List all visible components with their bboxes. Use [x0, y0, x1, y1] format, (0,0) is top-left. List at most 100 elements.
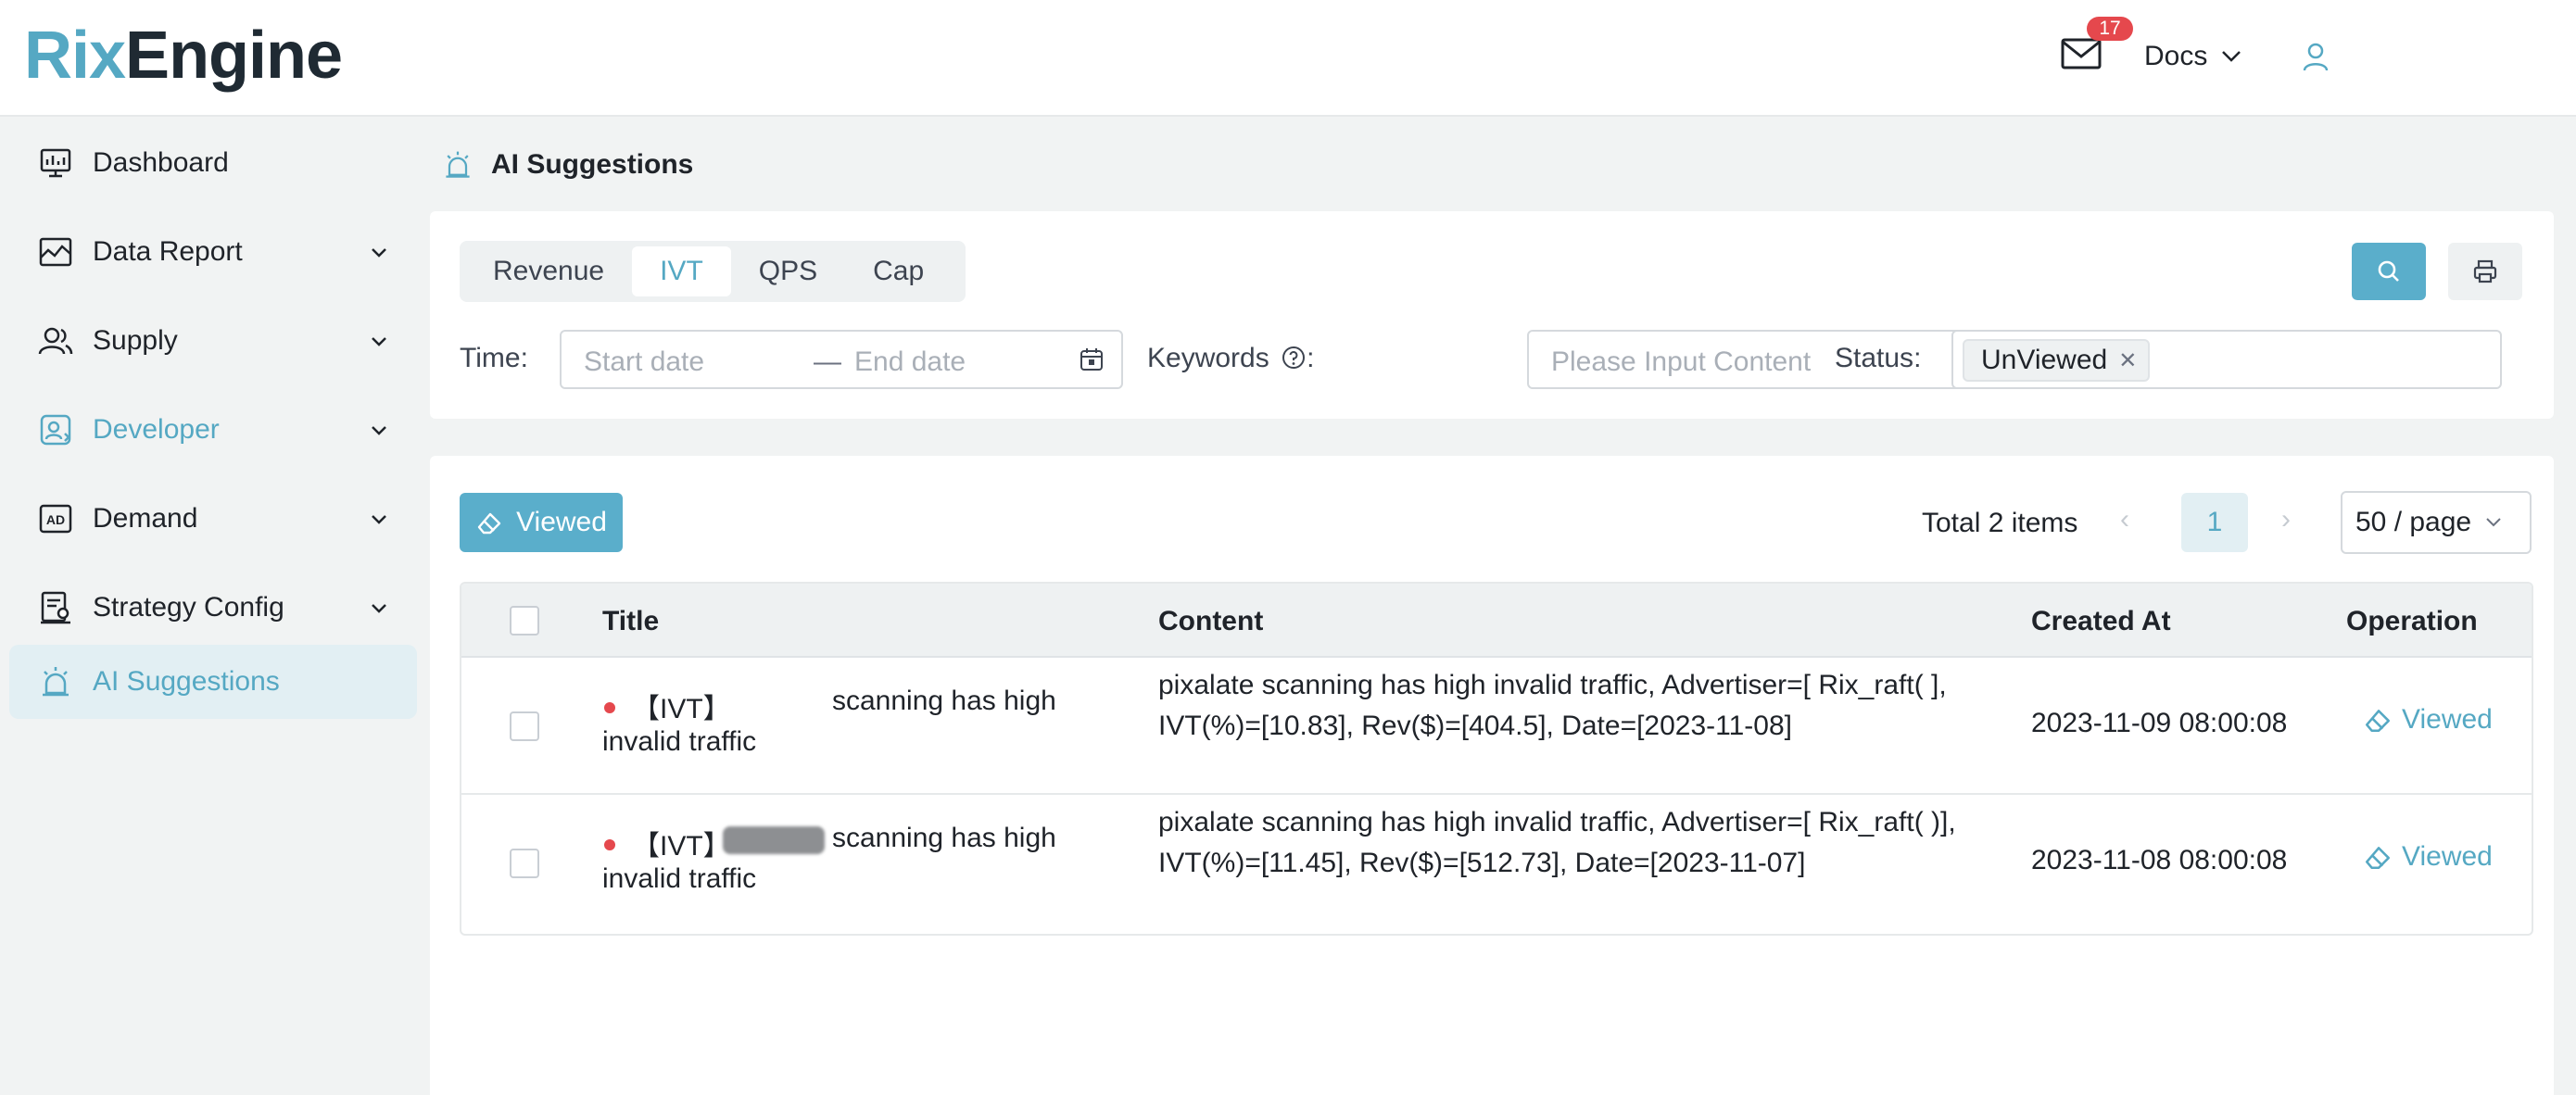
- table-row: 【IVT】 scanning has high invalid traffic …: [461, 795, 2532, 932]
- row-content: pixalate scanning has high invalid traff…: [1158, 670, 1947, 741]
- row-checkbox[interactable]: [510, 849, 539, 878]
- chevron-down-icon: [372, 426, 386, 435]
- chevron-down-icon: [372, 337, 386, 346]
- sidebar: Dashboard Data Report Supply Developer A…: [0, 119, 426, 1095]
- docs-dropdown[interactable]: Docs: [2144, 41, 2242, 72]
- sidebar-item-label: Dashboard: [93, 147, 229, 178]
- sidebar-item-demand[interactable]: AD Demand: [9, 482, 417, 556]
- unread-dot: [604, 702, 615, 713]
- printer-icon: [2473, 259, 2497, 283]
- help-icon[interactable]: [1281, 345, 1307, 371]
- date-separator: —: [814, 346, 841, 377]
- alarm-icon: [446, 151, 470, 178]
- end-date-input[interactable]: End date: [854, 346, 966, 378]
- dashboard-icon: [40, 148, 71, 178]
- rixengine-logo[interactable]: Rix Engine: [24, 19, 343, 93]
- row-title-prefix: 【IVT】: [632, 694, 731, 724]
- chevron-right-icon[interactable]: ›: [2281, 504, 2291, 535]
- status-tag-label: UnViewed: [1981, 345, 2108, 375]
- close-icon[interactable]: ✕: [2118, 347, 2137, 374]
- row-viewed-action[interactable]: Viewed: [2363, 704, 2493, 736]
- select-all-checkbox[interactable]: [510, 606, 539, 636]
- chevron-down-icon: [372, 604, 386, 613]
- sidebar-item-label: Supply: [93, 325, 178, 356]
- total-count: Total 2 items: [1922, 508, 2078, 538]
- status-tag: UnViewed ✕: [1963, 339, 2151, 382]
- pagination-page-1[interactable]: 1: [2181, 493, 2248, 552]
- table-header: Title Content Created At Operation: [461, 584, 2532, 658]
- sidebar-item-label: Strategy Config: [93, 592, 284, 623]
- chevron-down-icon: [372, 248, 386, 258]
- mail-count-badge: 17: [2087, 17, 2133, 41]
- row-title-prefix: 【IVT】: [632, 831, 731, 862]
- tab-revenue[interactable]: Revenue: [465, 246, 632, 296]
- sidebar-item-dashboard[interactable]: Dashboard: [9, 126, 417, 200]
- top-bar: Rix Engine 17 Docs: [0, 0, 2576, 117]
- sidebar-item-ai-suggestions[interactable]: AI Suggestions: [9, 645, 417, 719]
- calendar-icon: [1080, 348, 1103, 371]
- filter-panel: Revenue IVT QPS Cap Time: Start date — E…: [430, 211, 2554, 419]
- sidebar-item-supply[interactable]: Supply: [9, 304, 417, 378]
- row-checkbox[interactable]: [510, 711, 539, 741]
- eraser-icon: [2365, 710, 2391, 733]
- svg-text:AD: AD: [46, 512, 65, 527]
- chevron-down-icon: [2486, 518, 2501, 527]
- logo-rix: Rix: [24, 19, 126, 93]
- table-row: 【IVT】 scanning has high invalid traffic …: [461, 658, 2532, 795]
- docs-label: Docs: [2144, 41, 2208, 71]
- results-panel: Viewed Total 2 items ‹ 1 › 50 / page Tit…: [430, 456, 2554, 1095]
- search-icon: [2378, 260, 2399, 282]
- column-content: Content: [1158, 606, 1264, 636]
- strategy-icon: [41, 591, 70, 624]
- row-title-line2: invalid traffic: [602, 863, 757, 894]
- developer-icon: [40, 414, 71, 446]
- eraser-icon: [2365, 847, 2391, 870]
- suggestions-table: Title Content Created At Operation 【IVT】…: [460, 582, 2533, 936]
- row-viewed-label: Viewed: [2402, 841, 2493, 872]
- chevron-left-icon[interactable]: ‹: [2120, 504, 2129, 535]
- row-viewed-label: Viewed: [2402, 704, 2493, 735]
- row-created-at: 2023-11-08 08:00:08: [2031, 845, 2288, 875]
- page-size-select[interactable]: 50 / page: [2341, 491, 2532, 554]
- row-title-line2: invalid traffic: [602, 726, 757, 757]
- keywords-input[interactable]: Please Input Content: [1527, 330, 1998, 389]
- redacted-name: [723, 826, 825, 854]
- time-label: Time:: [460, 343, 528, 373]
- print-button[interactable]: [2448, 243, 2522, 300]
- alarm-icon: [43, 667, 69, 697]
- chevron-down-icon: [2222, 51, 2241, 62]
- date-range-picker[interactable]: Start date — End date: [560, 330, 1123, 389]
- keywords-placeholder: Please Input Content: [1551, 346, 1812, 377]
- chevron-down-icon: [372, 515, 386, 524]
- search-button[interactable]: [2352, 243, 2426, 300]
- mark-viewed-button[interactable]: Viewed: [460, 493, 623, 552]
- report-icon: [39, 237, 72, 267]
- page-title: AI Suggestions: [491, 149, 694, 180]
- unread-dot: [604, 839, 615, 850]
- tab-ivt[interactable]: IVT: [632, 246, 731, 296]
- column-operation: Operation: [2346, 606, 2478, 636]
- ad-icon: AD: [39, 504, 72, 534]
- sidebar-item-label: Demand: [93, 503, 198, 534]
- user-icon[interactable]: [2300, 41, 2331, 72]
- tab-cap[interactable]: Cap: [845, 246, 952, 296]
- logo-engine: Engine: [125, 19, 343, 93]
- sidebar-item-label: Data Report: [93, 236, 243, 267]
- page-header: AI Suggestions: [441, 148, 693, 182]
- category-tabs: Revenue IVT QPS Cap: [460, 241, 966, 302]
- sidebar-item-developer[interactable]: Developer: [9, 393, 417, 467]
- page-size-label: 50 / page: [2355, 507, 2472, 537]
- row-content: pixalate scanning has high invalid traff…: [1158, 807, 1956, 878]
- row-viewed-action[interactable]: Viewed: [2363, 841, 2493, 873]
- start-date-input[interactable]: Start date: [584, 346, 704, 378]
- tab-qps[interactable]: QPS: [731, 246, 845, 296]
- column-title: Title: [602, 606, 660, 636]
- status-select[interactable]: UnViewed ✕: [1951, 330, 2502, 389]
- row-title-suffix: scanning has high: [832, 686, 1056, 716]
- redacted-name: [723, 689, 825, 717]
- sidebar-item-data-report[interactable]: Data Report: [9, 215, 417, 289]
- sidebar-item-strategy-config[interactable]: Strategy Config: [9, 571, 417, 645]
- users-icon: [38, 327, 73, 355]
- mark-viewed-label: Viewed: [516, 507, 607, 537]
- row-created-at: 2023-11-09 08:00:08: [2031, 708, 2288, 738]
